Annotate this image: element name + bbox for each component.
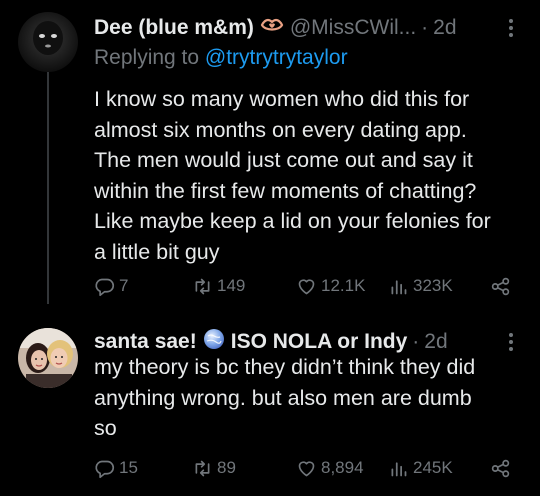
avatar[interactable] bbox=[18, 328, 78, 388]
more-options-icon[interactable] bbox=[499, 330, 523, 354]
reply-button[interactable]: 7 bbox=[94, 273, 128, 299]
share-icon bbox=[491, 277, 510, 295]
reply-icon bbox=[95, 460, 115, 478]
thread-line bbox=[47, 72, 49, 304]
reply-button[interactable]: 15 bbox=[94, 455, 138, 481]
tweet[interactable]: santa sae! ISO NOLA or Indy · 2d my theo… bbox=[0, 316, 540, 496]
user-handle[interactable]: @MissCWil... bbox=[290, 16, 416, 40]
replying-to: Replying to @trytrytrytaylor bbox=[94, 46, 348, 70]
avatar[interactable] bbox=[18, 12, 78, 72]
view-count: 245K bbox=[413, 458, 453, 477]
tweet[interactable]: Dee (blue m&m) @MissCWil... · 2d Replyin… bbox=[0, 0, 540, 316]
action-bar: 15 89 8,894 245K bbox=[0, 455, 540, 481]
tweet-header: Dee (blue m&m) @MissCWil... · 2d bbox=[94, 13, 457, 43]
retweet-button[interactable]: 149 bbox=[192, 273, 245, 299]
more-options-icon[interactable] bbox=[499, 16, 523, 40]
reply-count: 15 bbox=[119, 458, 138, 477]
share-icon bbox=[491, 459, 510, 477]
reply-icon bbox=[95, 278, 115, 296]
reply-count: 7 bbox=[119, 276, 129, 295]
like-button[interactable]: 8,894 bbox=[296, 455, 364, 481]
views-bar-chart-icon bbox=[391, 279, 407, 294]
timestamp[interactable]: 2d bbox=[433, 16, 456, 40]
separator-dot: · bbox=[421, 16, 429, 39]
display-name[interactable]: santa sae! bbox=[94, 330, 197, 354]
views-button[interactable]: 323K bbox=[388, 273, 453, 299]
heart-icon bbox=[298, 278, 315, 294]
retweet-icon bbox=[195, 460, 210, 476]
avatar-image bbox=[18, 328, 78, 388]
like-button[interactable]: 12.1K bbox=[296, 273, 365, 299]
retweet-button[interactable]: 89 bbox=[192, 455, 236, 481]
mention-link[interactable]: @trytrytrytaylor bbox=[205, 46, 348, 69]
view-count: 323K bbox=[413, 276, 453, 295]
tweet-text: my theory is bc they didn’t think they d… bbox=[94, 355, 476, 440]
display-name-suffix[interactable]: ISO NOLA or Indy bbox=[231, 330, 408, 354]
avatar-image bbox=[18, 12, 78, 72]
action-bar: 7 149 12.1K 323K bbox=[0, 273, 540, 299]
share-button[interactable] bbox=[490, 455, 511, 481]
views-button[interactable]: 245K bbox=[388, 455, 453, 481]
heart-icon bbox=[298, 460, 315, 476]
like-count: 12.1K bbox=[321, 276, 366, 295]
separator-dot: · bbox=[412, 330, 420, 353]
share-button[interactable] bbox=[490, 273, 511, 299]
views-bar-chart-icon bbox=[391, 461, 407, 476]
retweet-count: 89 bbox=[217, 458, 236, 477]
like-count: 8,894 bbox=[321, 458, 364, 477]
display-name[interactable]: Dee (blue m&m) bbox=[94, 16, 254, 40]
tweet-text: I know so many women who did this for al… bbox=[94, 87, 491, 264]
replying-prefix: Replying to bbox=[94, 46, 200, 69]
lips-heart-icon bbox=[260, 16, 284, 40]
retweet-count: 149 bbox=[217, 276, 246, 295]
retweet-icon bbox=[195, 278, 210, 294]
timestamp[interactable]: 2d bbox=[424, 330, 447, 354]
